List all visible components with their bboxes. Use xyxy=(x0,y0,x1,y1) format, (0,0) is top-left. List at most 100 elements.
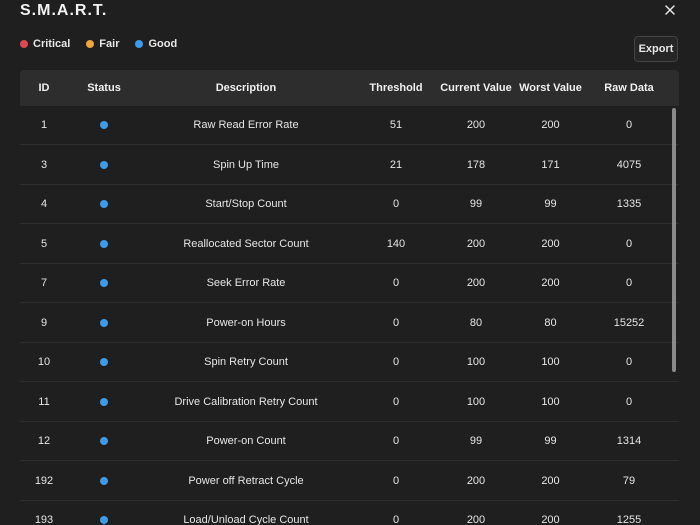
cell-status xyxy=(68,383,140,421)
cell-description: Load/Unload Cycle Count xyxy=(183,514,309,525)
cell-status xyxy=(68,343,140,381)
column-header-raw-data[interactable]: Raw Data xyxy=(589,70,669,106)
cell-current-value: 200 xyxy=(466,237,486,250)
status-dot-icon xyxy=(100,437,108,445)
column-header-worst-value[interactable]: Worst Value xyxy=(512,70,589,106)
smart-dialog: S.M.A.R.T. Critical Fair Good Export ID … xyxy=(0,0,700,525)
table-row[interactable]: 1 Raw Read Error Rate 51 200 200 0 xyxy=(20,106,679,145)
cell-id: 4 xyxy=(40,198,48,210)
cell-threshold: 0 xyxy=(392,316,400,329)
table-row[interactable]: 5 Reallocated Sector Count 140 200 200 0 xyxy=(20,225,679,264)
legend-item-critical: Critical xyxy=(20,38,70,50)
status-dot-icon xyxy=(100,279,108,287)
cell-id: 10 xyxy=(37,356,51,368)
table-row[interactable]: 3 Spin Up Time 21 178 171 4075 xyxy=(20,146,679,185)
cell-description: Drive Calibration Retry Count xyxy=(174,395,318,408)
column-header-current-value[interactable]: Current Value xyxy=(440,70,512,106)
smart-table: ID Status Description Threshold Current … xyxy=(20,70,679,525)
status-dot-icon xyxy=(100,516,108,524)
cell-worst-value: 200 xyxy=(541,119,560,131)
cell-status xyxy=(68,185,140,223)
cell-description: Power-on Hours xyxy=(206,316,286,329)
cell-raw-data: 1335 xyxy=(616,198,642,210)
column-header-id[interactable]: ID xyxy=(20,70,68,106)
cell-id: 5 xyxy=(40,237,48,250)
cell-threshold: 140 xyxy=(386,237,406,250)
cell-description: Raw Read Error Rate xyxy=(193,119,299,131)
cell-threshold: 0 xyxy=(392,277,400,289)
table-row[interactable]: 10 Spin Retry Count 0 100 100 0 xyxy=(20,343,679,382)
cell-current-value: 100 xyxy=(466,395,486,408)
column-header-threshold[interactable]: Threshold xyxy=(352,70,440,106)
cell-id: 1 xyxy=(40,119,48,131)
table-row[interactable]: 9 Power-on Hours 0 80 80 15252 xyxy=(20,304,679,343)
cell-worst-value: 200 xyxy=(541,514,560,525)
cell-worst-value: 200 xyxy=(541,277,560,289)
status-dot-icon xyxy=(100,200,108,208)
cell-raw-data: 1255 xyxy=(616,514,642,525)
cell-threshold: 21 xyxy=(389,158,403,171)
cell-description: Reallocated Sector Count xyxy=(183,237,309,250)
cell-raw-data: 0 xyxy=(625,395,633,408)
cell-current-value: 200 xyxy=(466,119,486,131)
cell-current-value: 99 xyxy=(469,435,483,447)
status-dot-icon xyxy=(100,239,108,248)
cell-raw-data: 0 xyxy=(625,277,633,289)
cell-id: 12 xyxy=(37,435,51,447)
cell-threshold: 0 xyxy=(392,474,400,487)
cell-status xyxy=(68,264,140,302)
legend-label-good: Good xyxy=(148,38,178,50)
cell-current-value: 99 xyxy=(469,198,483,210)
close-button[interactable] xyxy=(661,1,679,19)
status-dot-icon xyxy=(100,476,108,485)
legend-item-fair: Fair xyxy=(86,38,119,50)
export-button[interactable]: Export xyxy=(634,36,678,62)
cell-current-value: 200 xyxy=(466,514,486,525)
cell-threshold: 0 xyxy=(392,395,400,408)
cell-raw-data: 1314 xyxy=(616,435,642,447)
cell-description: Power-on Count xyxy=(206,435,286,447)
cell-worst-value: 99 xyxy=(544,435,557,447)
status-dot-icon xyxy=(100,397,108,406)
cell-worst-value: 99 xyxy=(544,198,557,210)
cell-raw-data: 0 xyxy=(625,237,633,250)
column-header-status[interactable]: Status xyxy=(68,70,140,106)
cell-threshold: 0 xyxy=(392,514,400,525)
cell-raw-data: 4075 xyxy=(616,158,642,171)
cell-status xyxy=(68,106,140,144)
table-row[interactable]: 192 Power off Retract Cycle 0 200 200 79 xyxy=(20,462,679,501)
cell-current-value: 200 xyxy=(466,277,486,289)
scrollbar-thumb[interactable] xyxy=(672,108,676,372)
table-row[interactable]: 4 Start/Stop Count 0 99 99 1335 xyxy=(20,185,679,224)
cell-status xyxy=(68,225,140,263)
cell-status xyxy=(68,462,140,500)
cell-raw-data: 79 xyxy=(622,474,636,487)
cell-worst-value: 200 xyxy=(541,237,560,250)
legend-label-fair: Fair xyxy=(99,38,120,50)
cell-current-value: 178 xyxy=(466,158,486,171)
cell-status xyxy=(68,146,140,184)
cell-description: Spin Up Time xyxy=(212,158,280,171)
cell-status xyxy=(68,501,140,525)
cell-description: Seek Error Rate xyxy=(206,277,286,289)
fair-dot-icon xyxy=(86,40,95,48)
cell-description: Start/Stop Count xyxy=(205,198,287,210)
critical-dot-icon xyxy=(20,40,28,48)
cell-worst-value: 100 xyxy=(541,395,560,408)
table-row[interactable]: 193 Load/Unload Cycle Count 0 200 200 1255 xyxy=(20,501,679,525)
table-row[interactable]: 11 Drive Calibration Retry Count 0 100 100 0 xyxy=(20,383,679,422)
status-dot-icon xyxy=(100,121,108,129)
cell-threshold: 0 xyxy=(392,356,400,368)
cell-worst-value: 171 xyxy=(541,158,560,171)
column-header-description[interactable]: Description xyxy=(140,70,352,106)
cell-id: 193 xyxy=(34,514,54,525)
cell-threshold: 0 xyxy=(392,435,400,447)
table-row[interactable]: 7 Seek Error Rate 0 200 200 0 xyxy=(20,264,679,303)
status-dot-icon xyxy=(100,318,108,327)
cell-raw-data: 0 xyxy=(625,119,633,131)
cell-id: 7 xyxy=(40,277,48,289)
cell-id: 9 xyxy=(40,316,48,329)
cell-current-value: 100 xyxy=(466,356,486,368)
table-row[interactable]: 12 Power-on Count 0 99 99 1314 xyxy=(20,422,679,461)
status-legend: Critical Fair Good xyxy=(20,37,193,51)
